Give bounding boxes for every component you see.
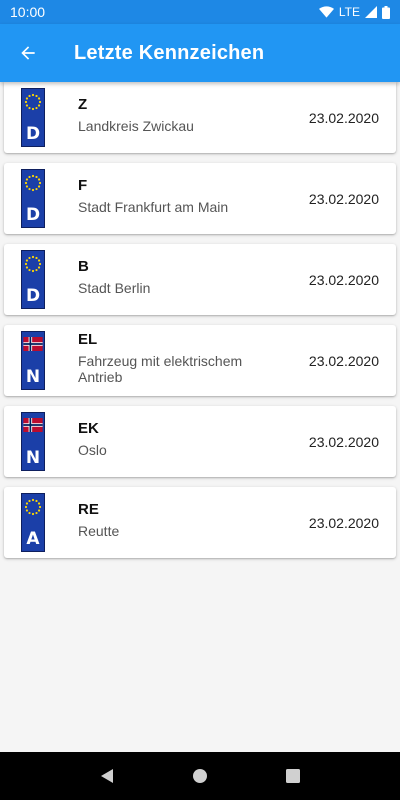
plate-info: B Stadt Berlin (78, 258, 278, 296)
lookup-date: 23.02.2020 (308, 514, 379, 531)
plate-region: Landkreis Zwickau (78, 118, 194, 134)
plate-list-item[interactable]: N EK Oslo 23.02.2020 (4, 406, 396, 477)
nav-recents-button[interactable] (273, 756, 313, 796)
eu-stars-icon (24, 498, 42, 516)
plate-list-item[interactable]: D B Stadt Berlin 23.02.2020 (4, 244, 396, 315)
nav-back-button[interactable] (87, 756, 127, 796)
eu-stars-icon (24, 93, 42, 111)
country-plate-badge: A (21, 493, 45, 552)
country-plate-badge: D (21, 250, 45, 309)
plate-region: Reutte (78, 523, 120, 539)
lookup-date: 23.02.2020 (308, 190, 379, 207)
signal-icon (365, 6, 377, 18)
plate-info: EK Oslo (78, 420, 278, 458)
plate-region: Stadt Frankfurt am Main (78, 199, 229, 215)
plate-info: Z Landkreis Zwickau (78, 96, 278, 134)
triangle-back-icon (100, 769, 113, 783)
square-recents-icon (286, 769, 301, 783)
app-bar: Letzte Kennzeichen (0, 24, 400, 82)
country-code: D (25, 286, 41, 306)
plate-abbreviation: EK (78, 420, 99, 437)
plate-history-list: D Z Landkreis Zwickau 23.02.2020 D F Stadt Fra… (0, 82, 400, 568)
plate-abbreviation: EL (78, 331, 98, 348)
status-icons: LTE (318, 5, 390, 19)
country-plate-badge: D (21, 169, 45, 228)
lookup-date: 23.02.2020 (308, 433, 379, 450)
wifi-icon (318, 6, 334, 18)
norway-flag-icon (23, 418, 43, 432)
plate-info: RE Reutte (78, 501, 278, 539)
status-time: 10:00 (10, 4, 46, 20)
plate-abbreviation: B (78, 258, 89, 275)
norway-flag-icon (23, 337, 43, 351)
country-code: N (25, 367, 41, 387)
country-code: D (25, 205, 41, 225)
lookup-date: 23.02.2020 (308, 271, 379, 288)
country-code: A (26, 529, 40, 549)
lookup-date: 23.02.2020 (308, 109, 379, 126)
lookup-date: 23.02.2020 (308, 352, 379, 369)
battery-icon (382, 5, 390, 19)
page-title: Letzte Kennzeichen (74, 41, 265, 64)
network-type: LTE (338, 5, 360, 19)
circle-home-icon (192, 769, 207, 783)
plate-list-item[interactable]: A RE Reutte 23.02.2020 (4, 487, 396, 558)
plate-region: Oslo (78, 442, 107, 458)
eu-stars-icon (24, 174, 42, 192)
status-bar: 10:00 LTE (0, 0, 400, 24)
eu-stars-icon (24, 255, 42, 273)
country-plate-badge: D (21, 88, 45, 147)
plate-abbreviation: F (78, 177, 88, 194)
plate-info: F Stadt Frankfurt am Main (78, 177, 278, 215)
plate-info: EL Fahrzeug mit elektrischem Antrieb (78, 331, 278, 385)
country-code: N (25, 448, 41, 468)
arrow-back-icon (21, 46, 35, 60)
plate-list-item[interactable]: D Z Landkreis Zwickau 23.02.2020 (4, 82, 396, 153)
plate-region: Stadt Berlin (78, 280, 151, 296)
nav-home-button[interactable] (180, 756, 220, 796)
plate-abbreviation: RE (78, 501, 99, 518)
plate-region: Fahrzeug mit elektrischem Antrieb (78, 353, 243, 385)
plate-abbreviation: Z (78, 96, 88, 113)
country-plate-badge: N (21, 412, 45, 471)
back-button[interactable] (0, 25, 56, 81)
country-plate-badge: N (21, 331, 45, 390)
system-nav-bar (0, 752, 400, 800)
country-code: D (25, 124, 41, 144)
plate-list-item[interactable]: D F Stadt Frankfurt am Main 23.02.2020 (4, 163, 396, 234)
plate-list-item[interactable]: N EL Fahrzeug mit elektrischem Antrieb 23.0… (4, 325, 396, 396)
